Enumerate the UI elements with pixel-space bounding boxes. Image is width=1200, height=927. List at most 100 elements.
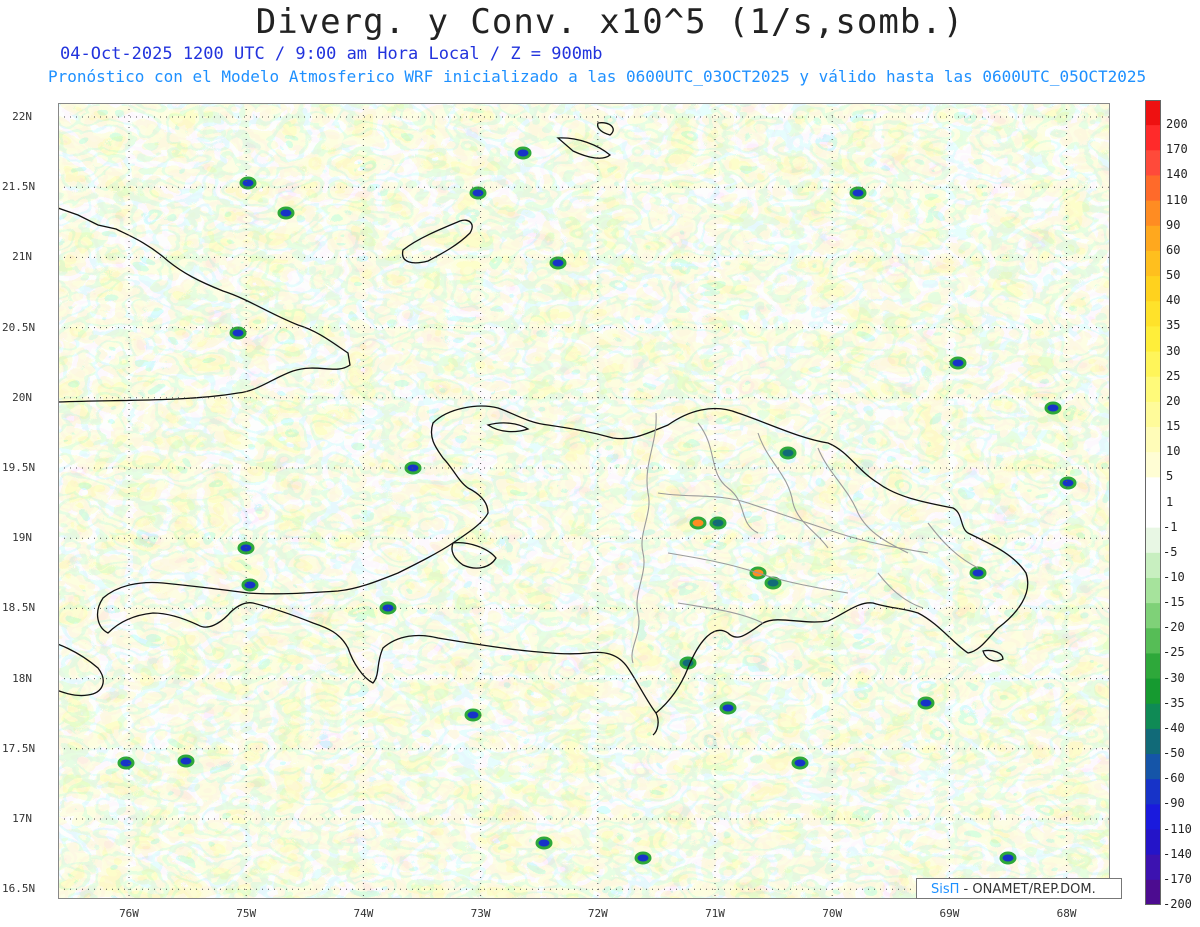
convergence-cell xyxy=(917,696,935,710)
map-title: Diverg. y Conv. x10^5 (1/s,somb.) xyxy=(255,2,965,42)
colorbar-swatch xyxy=(1145,376,1161,403)
colorbar-label: 200 xyxy=(1166,117,1188,132)
latitude-label: 20.5N xyxy=(2,320,36,334)
latitude-label: 17N xyxy=(12,812,32,825)
convergence-cell xyxy=(709,516,727,530)
colorbar-swatch xyxy=(1145,225,1161,252)
convergence-cell xyxy=(241,578,259,592)
convergence-cell xyxy=(999,851,1017,865)
colorbar-label: 1 xyxy=(1166,494,1174,509)
colorbar-label: -20 xyxy=(1163,620,1185,635)
colorbar-swatch xyxy=(1145,829,1161,856)
colorbar-swatch xyxy=(1145,577,1161,604)
latitude-label: 21.5N xyxy=(2,180,36,194)
sispi-logo: SisΠ xyxy=(931,882,960,897)
colorbar-swatch xyxy=(1145,779,1161,805)
colorbar-label: 110 xyxy=(1166,192,1188,207)
valid-time-subtitle: 04-Oct-2025 1200 UTC / 9:00 am Hora Loca… xyxy=(60,44,603,64)
colorbar-swatch xyxy=(1145,552,1161,579)
convergence-cell xyxy=(779,446,797,460)
longitude-label: 76W xyxy=(119,907,139,920)
colorbar-label: -1 xyxy=(1163,519,1178,534)
convergence-cell xyxy=(514,146,532,160)
convergence-cell xyxy=(1059,476,1077,490)
convergence-cell xyxy=(239,176,257,190)
colorbar-label: -35 xyxy=(1163,695,1185,710)
colorbar-label: -40 xyxy=(1163,720,1185,735)
colorbar-swatch xyxy=(1145,653,1161,680)
colorbar-swatch xyxy=(1145,301,1161,327)
colorbar-label: -15 xyxy=(1163,595,1185,610)
colorbar-swatch xyxy=(1145,276,1161,302)
colorbar-swatch xyxy=(1145,250,1161,277)
convergence-cell xyxy=(849,186,867,200)
latitude-label: 18.5N xyxy=(2,601,36,615)
colorbar-swatch xyxy=(1145,854,1161,881)
convergence-cell xyxy=(719,701,737,715)
convergence-cell xyxy=(229,326,247,340)
colorbar-swatch xyxy=(1145,754,1161,780)
colorbar-swatch xyxy=(1145,427,1161,453)
longitude-label: 71W xyxy=(705,907,725,920)
colorbar-label: 10 xyxy=(1166,444,1181,459)
colorbar-label: -170 xyxy=(1163,871,1192,886)
latitude-label: 19.5N xyxy=(2,461,36,474)
colorbar-label: 25 xyxy=(1166,368,1181,383)
colorbar-label: 90 xyxy=(1166,217,1181,232)
convergence-cell xyxy=(549,256,567,270)
divergence-map xyxy=(58,103,1110,899)
colorbar-swatch xyxy=(1145,200,1161,227)
colorbar-swatch xyxy=(1145,401,1161,428)
convergence-cell xyxy=(535,836,553,850)
colorbar-label: 5 xyxy=(1166,469,1174,484)
colorbar-swatch xyxy=(1145,477,1161,503)
colorbar-label: 140 xyxy=(1166,167,1188,182)
latitude-label: 22N xyxy=(12,110,32,123)
convergence-cell xyxy=(117,756,135,770)
longitude-label: 75W xyxy=(236,907,257,920)
colorbar-swatch xyxy=(1145,879,1161,905)
colorbar-label: -140 xyxy=(1163,846,1192,861)
convergence-cell xyxy=(969,566,987,580)
latitude-label: 17.5N xyxy=(2,741,36,755)
longitude-label: 69W xyxy=(939,907,960,920)
latitude-label: 18N xyxy=(12,671,32,685)
colorbar-swatch xyxy=(1145,678,1161,705)
convergence-cell xyxy=(464,708,482,722)
colorbar-label: -50 xyxy=(1163,746,1185,761)
colorbar-label: 35 xyxy=(1166,318,1181,333)
convergence-cell xyxy=(1044,401,1062,415)
colorbar-swatch xyxy=(1145,125,1161,151)
colorbar-swatch xyxy=(1145,100,1161,126)
colorbar-swatch xyxy=(1145,452,1161,478)
colorbar-label: 30 xyxy=(1166,343,1181,358)
colorbar-swatch xyxy=(1145,603,1161,629)
convergence-cell xyxy=(689,516,707,530)
convergence-cell xyxy=(277,206,295,220)
colorbar-swatch xyxy=(1145,502,1161,529)
colorbar-swatch xyxy=(1145,527,1161,554)
colorbar-label: -110 xyxy=(1163,821,1192,836)
colorbar-swatch xyxy=(1145,326,1161,353)
colorbar-swatch xyxy=(1145,150,1161,176)
longitude-label: 72W xyxy=(587,907,608,920)
colorbar-label: -90 xyxy=(1163,796,1185,811)
colorbar-swatch xyxy=(1145,351,1161,378)
longitude-label: 68W xyxy=(1056,907,1077,920)
colorbar-label: -25 xyxy=(1163,645,1185,660)
longitude-label: 73W xyxy=(470,907,491,920)
colorbar-label: 20 xyxy=(1166,393,1181,408)
convergence-cell xyxy=(634,851,652,865)
latitude-label: 16.5N xyxy=(2,882,36,896)
longitude-label: 70W xyxy=(822,907,843,920)
latitude-label: 19N xyxy=(12,531,32,545)
convergence-cell xyxy=(469,186,487,200)
colorbar-label: -10 xyxy=(1163,569,1185,584)
latitude-label: 20N xyxy=(12,390,32,404)
colorbar xyxy=(1145,100,1161,905)
colorbar-swatch xyxy=(1145,728,1161,755)
colorbar-label: -30 xyxy=(1163,670,1185,685)
colorbar-swatch xyxy=(1145,628,1161,654)
latitude-label: 21N xyxy=(12,250,32,264)
credit-box: SisΠ - ONAMET/REP.DOM. xyxy=(916,878,1122,899)
